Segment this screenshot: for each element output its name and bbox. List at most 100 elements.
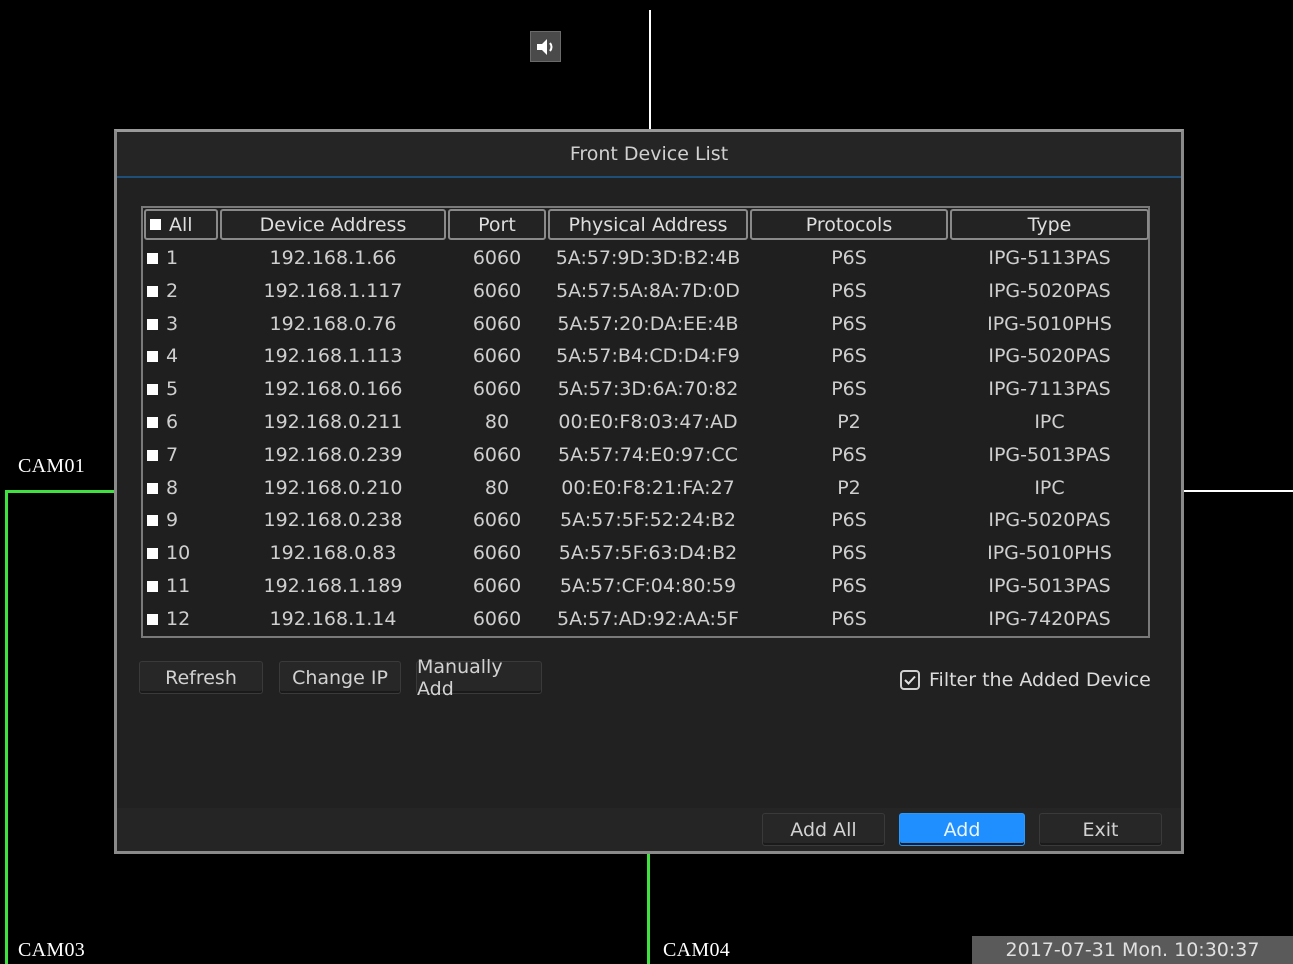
checkmark-icon <box>904 675 916 685</box>
row-checkbox[interactable] <box>147 449 158 461</box>
row-checkbox[interactable] <box>147 351 158 363</box>
column-type[interactable]: Type <box>950 209 1149 240</box>
system-datetime: 2017-07-31 Mon. 10:30:37 <box>972 936 1293 964</box>
dialog-title: Front Device List <box>117 132 1181 178</box>
row-checkbox[interactable] <box>147 613 158 625</box>
filter-added-device-toggle[interactable]: Filter the Added Device <box>900 665 1151 695</box>
type-cell: IPG-5013PAS <box>988 575 1111 597</box>
row-select-cell[interactable]: 2 <box>147 275 217 308</box>
row-select-cell[interactable]: 3 <box>147 308 217 341</box>
protocol-cell: P6S <box>831 345 867 368</box>
table-row[interactable]: 1 192.168.1.66 6060 5A:57:9D:3D:B2:4B P6S IPG… <box>143 242 1148 275</box>
row-select-cell[interactable]: 12 <box>147 603 217 636</box>
column-port[interactable]: Port <box>448 209 546 240</box>
selected-channel-border-left <box>5 490 8 964</box>
row-index: 8 <box>166 476 179 499</box>
row-index: 1 <box>166 247 179 269</box>
table-row[interactable]: 12 192.168.1.14 6060 5A:57:AD:92:AA:5F P6S IP… <box>143 603 1148 636</box>
row-checkbox[interactable] <box>147 285 158 297</box>
manually-add-button[interactable]: Manually Add <box>416 656 542 700</box>
table-row[interactable]: 2 192.168.1.117 6060 5A:57:5A:8A:7D:0D P6S IP… <box>143 275 1148 308</box>
physical-address-cell: 00:E0:F8:03:47:AD <box>558 411 738 433</box>
row-checkbox[interactable] <box>147 417 158 428</box>
row-checkbox[interactable] <box>147 548 158 560</box>
column-device-address[interactable]: Device Address <box>220 209 446 240</box>
physical-address-cell: 5A:57:B4:CD:D4:F9 <box>556 345 740 368</box>
table-row[interactable]: 5 192.168.0.166 6060 5A:57:3D:6A:70:82 P6S IP… <box>143 373 1148 406</box>
refresh-button[interactable]: Refresh <box>139 661 263 694</box>
physical-address-cell: 5A:57:AD:92:AA:5F <box>557 607 739 630</box>
device-address-cell: 192.168.1.117 <box>263 279 403 302</box>
row-select-cell[interactable]: 4 <box>147 340 217 373</box>
cam01-label: CAM01 <box>18 455 86 477</box>
table-row[interactable]: 6 192.168.0.211 80 00:E0:F8:03:47:AD P2 IPC <box>143 406 1148 439</box>
add-button[interactable]: Add <box>899 813 1025 846</box>
row-index: 4 <box>166 345 179 368</box>
row-index: 7 <box>166 443 179 466</box>
change-ip-button[interactable]: Change IP <box>279 661 401 694</box>
table-row[interactable]: 11 192.168.1.189 6060 5A:57:CF:04:80:59 P6S I… <box>143 570 1148 603</box>
table-row[interactable]: 4 192.168.1.113 6060 5A:57:B4:CD:D4:F9 P6S IP… <box>143 340 1148 373</box>
row-checkbox[interactable] <box>147 384 158 396</box>
column-physical-address[interactable]: Physical Address <box>548 209 748 240</box>
physical-address-cell: 5A:57:5F:63:D4:B2 <box>558 542 738 565</box>
table-row[interactable]: 10 192.168.0.83 6060 5A:57:5F:63:D4:B2 P6S IP… <box>143 537 1148 570</box>
protocol-cell: P6S <box>831 443 867 466</box>
select-all-checkbox[interactable] <box>150 219 161 230</box>
speaker-button[interactable] <box>530 31 561 62</box>
device-table: All Device Address Port Physical Address… <box>141 206 1150 638</box>
port-cell: 6060 <box>472 247 522 269</box>
physical-address-cell: 5A:57:3D:6A:70:82 <box>557 378 739 401</box>
table-row[interactable]: 7 192.168.0.239 6060 5A:57:74:E0:97:CC P6S IP… <box>143 439 1148 472</box>
row-select-cell[interactable]: 6 <box>147 406 217 439</box>
select-all-header[interactable]: All <box>144 209 218 240</box>
row-select-cell[interactable]: 11 <box>147 570 217 603</box>
row-select-cell[interactable]: 7 <box>147 439 217 472</box>
row-checkbox[interactable] <box>147 515 158 527</box>
add-all-button[interactable]: Add All <box>762 813 885 846</box>
select-all-label: All <box>169 213 193 236</box>
exit-button[interactable]: Exit <box>1039 813 1162 846</box>
column-protocols[interactable]: Protocols <box>750 209 948 240</box>
device-address-cell: 192.168.1.66 <box>269 247 397 269</box>
physical-address-cell: 5A:57:5A:8A:7D:0D <box>556 279 740 302</box>
grid-divider-horizontal-right <box>1184 490 1293 492</box>
row-checkbox[interactable] <box>147 482 158 494</box>
table-row[interactable]: 3 192.168.0.76 6060 5A:57:20:DA:EE:4B P6S IPG… <box>143 308 1148 341</box>
type-cell: IPG-5013PAS <box>988 443 1111 466</box>
device-address-cell: 192.168.0.83 <box>269 542 397 565</box>
row-select-cell[interactable]: 10 <box>147 537 217 570</box>
row-checkbox[interactable] <box>147 581 158 592</box>
row-select-cell[interactable]: 9 <box>147 504 217 537</box>
filter-added-device-checkbox[interactable] <box>900 670 920 690</box>
table-row[interactable]: 8 192.168.0.210 80 00:E0:F8:21:FA:27 P2 IPC <box>143 472 1148 505</box>
type-cell: IPG-5020PAS <box>988 279 1111 302</box>
speaker-icon <box>536 38 552 55</box>
row-index: 11 <box>166 575 191 597</box>
protocol-cell: P2 <box>837 476 861 499</box>
front-device-list-dialog: Front Device List All Device Address Por… <box>114 129 1184 854</box>
row-select-cell[interactable]: 5 <box>147 373 217 406</box>
type-cell: IPG-5010PHS <box>987 542 1112 565</box>
port-cell: 6060 <box>472 575 522 597</box>
row-index: 5 <box>166 378 179 401</box>
type-cell: IPG-7420PAS <box>988 607 1111 630</box>
row-select-cell[interactable]: 1 <box>147 242 217 275</box>
row-index: 2 <box>166 279 179 302</box>
row-checkbox[interactable] <box>147 253 158 264</box>
cam03-label: CAM03 <box>18 939 86 961</box>
type-cell: IPG-5113PAS <box>988 247 1111 269</box>
device-address-cell: 192.168.1.14 <box>269 607 397 630</box>
device-address-cell: 192.168.0.239 <box>263 443 403 466</box>
selected-channel-border-right <box>647 853 650 964</box>
type-cell: IPC <box>1034 476 1065 499</box>
protocol-cell: P6S <box>831 378 867 401</box>
table-row[interactable]: 9 192.168.0.238 6060 5A:57:5F:52:24:B2 P6S IP… <box>143 504 1148 537</box>
protocol-cell: P6S <box>831 279 867 302</box>
table-header: All Device Address Port Physical Address… <box>143 208 1149 242</box>
physical-address-cell: 5A:57:CF:04:80:59 <box>559 575 737 597</box>
physical-address-cell: 5A:57:20:DA:EE:4B <box>557 312 739 335</box>
row-select-cell[interactable]: 8 <box>147 472 217 505</box>
port-cell: 6060 <box>472 378 522 401</box>
row-checkbox[interactable] <box>147 318 158 330</box>
